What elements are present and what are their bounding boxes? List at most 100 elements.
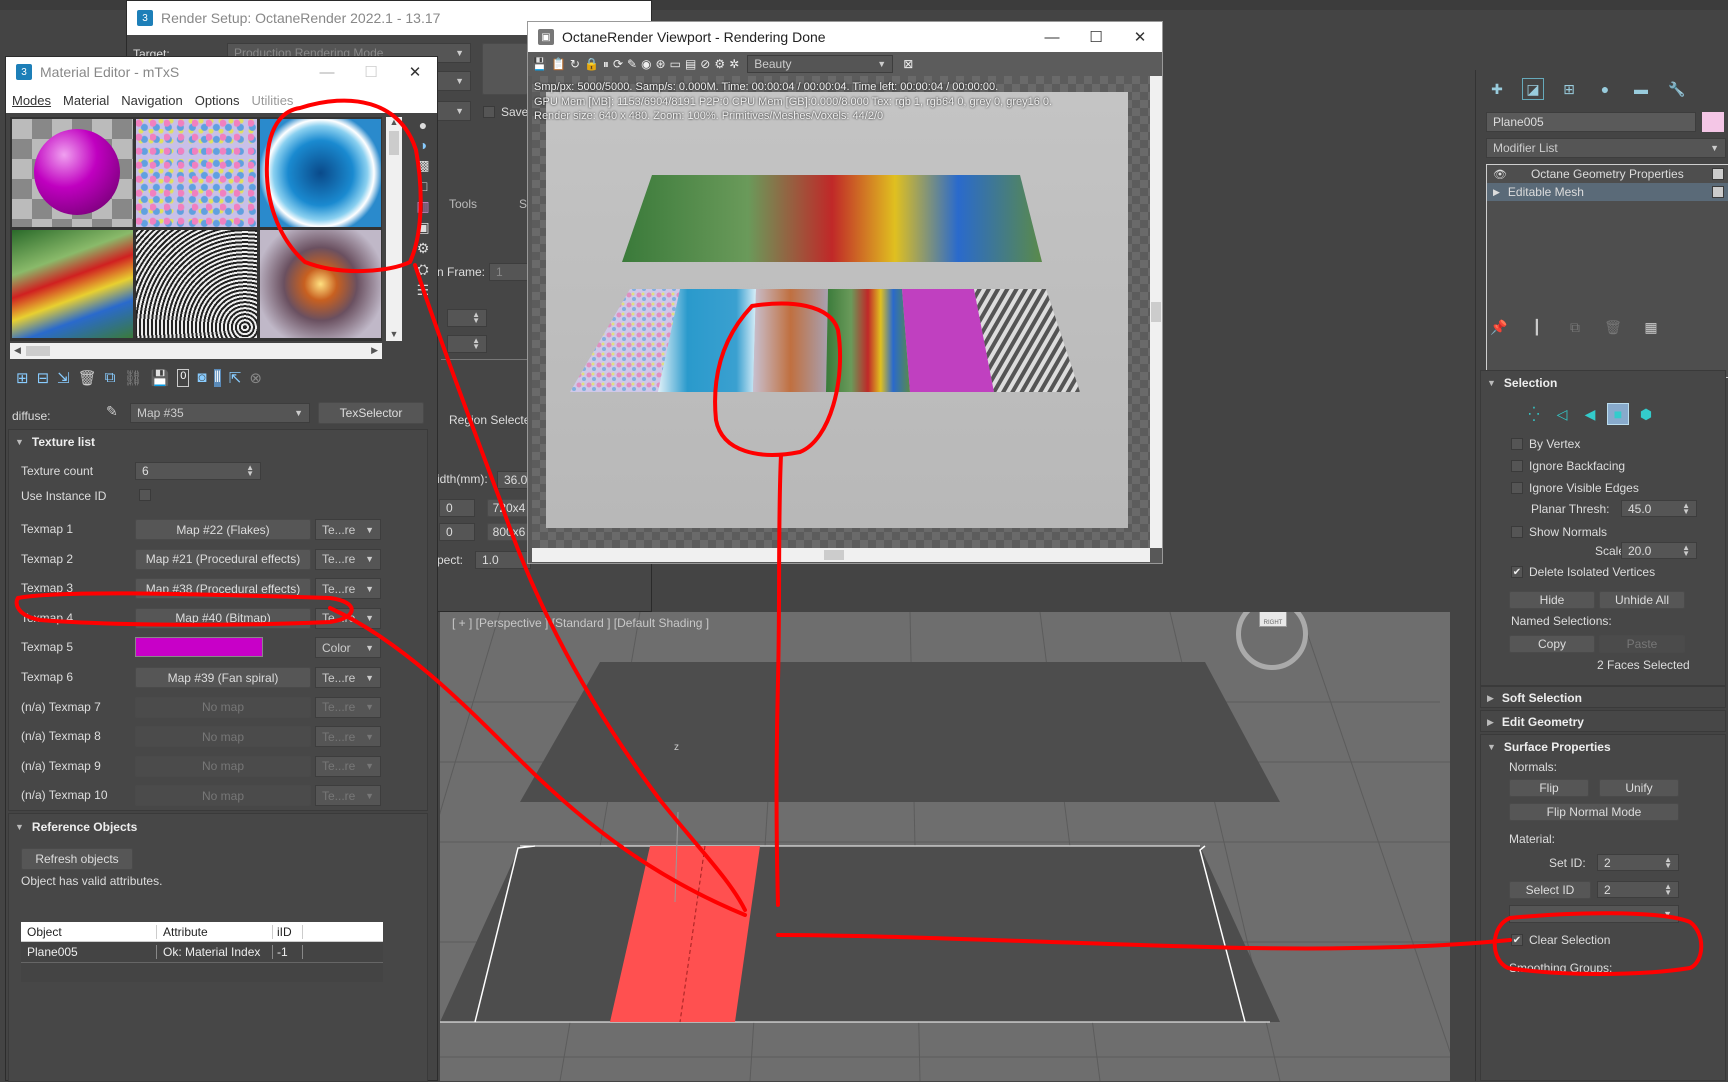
get-material-icon[interactable]: ⊞ (16, 369, 29, 387)
texmap-map-button[interactable]: Map #39 (Fan spiral) (135, 667, 311, 688)
menu-navigation[interactable]: Navigation (121, 93, 182, 108)
scroll-left-arrow[interactable]: ◀ (14, 345, 21, 356)
by-vertex-option[interactable]: By Vertex (1511, 437, 1580, 451)
options-icon[interactable]: ⚙ (417, 240, 430, 257)
sample-slot-nebula[interactable] (260, 230, 381, 338)
render-canvas[interactable]: Smp/px: 5000/5000. Samp/s: 0.000M. Time:… (532, 76, 1150, 548)
octane-hscrollbar[interactable] (532, 548, 1150, 562)
width-input[interactable]: 36.0 (497, 471, 531, 489)
uv-tiling-icon[interactable]: □ (419, 178, 427, 194)
go-forward-sibling-icon[interactable]: ⊗ (249, 369, 262, 387)
configure-sets-icon[interactable]: ▦ (1640, 316, 1662, 338)
video-color-check-icon[interactable]: ▥ (416, 198, 429, 215)
put-to-scene-icon[interactable]: ⊟ (37, 369, 50, 387)
scroll-right-arrow[interactable]: ▶ (371, 345, 378, 356)
texmap-color-swatch[interactable] (135, 637, 263, 658)
stack-item-editable-mesh[interactable]: ▶ Editable Mesh (1487, 183, 1728, 201)
texselector-button[interactable]: TexSelector (318, 402, 424, 424)
slots-hscrollbar[interactable]: ◀ ▶ (10, 343, 382, 359)
minimize-button[interactable]: — (1030, 29, 1074, 46)
sample-slot-procedural-blue[interactable] (260, 119, 381, 227)
texmap-map-button[interactable]: No map (135, 696, 311, 718)
modify-tab-icon[interactable]: ◪ (1522, 78, 1544, 100)
vertex-mode-icon[interactable]: ⁛ (1523, 403, 1545, 425)
reference-header[interactable]: ▼ Reference Objects (15, 820, 137, 834)
pause-icon[interactable]: ⏸ (603, 57, 609, 72)
copy-button[interactable]: Copy (1509, 635, 1595, 653)
modifier-list-dropdown[interactable]: Modifier List ▼ (1486, 138, 1726, 158)
remove-modifier-icon[interactable]: 🗑 (1602, 316, 1624, 338)
texmap-type-dropdown[interactable]: Color ▼ (315, 637, 381, 659)
maximize-button[interactable]: ☐ (1074, 28, 1118, 46)
texmap-map-button[interactable]: No map (135, 755, 311, 777)
maximize-button[interactable]: ☐ (349, 63, 393, 81)
make-preview-icon[interactable]: ▣ (416, 219, 429, 236)
rs-spinner-2[interactable]: ▲ ▼ (447, 335, 487, 353)
column-attribute[interactable]: Attribute (157, 924, 273, 939)
texmap-map-button[interactable]: No map (135, 785, 311, 807)
show-end-result-icon[interactable]: ┃ (1526, 316, 1548, 338)
flip-button[interactable]: Flip (1509, 779, 1589, 797)
menu-modes[interactable]: Modes (12, 93, 51, 108)
material-id-channel-icon[interactable]: 0 (177, 369, 190, 387)
hide-button[interactable]: Hide (1509, 591, 1595, 609)
reference-table[interactable]: Object Attribute iID Plane005 Ok: Materi… (21, 922, 383, 982)
restart-render-icon[interactable]: ↻ (570, 57, 580, 71)
close-button[interactable]: ✕ (393, 63, 437, 81)
octane-titlebar[interactable]: ▣ OctaneRender Viewport - Rendering Done… (528, 22, 1162, 52)
stack-item-octane[interactable]: 👁 Octane Geometry Properties (1487, 165, 1728, 183)
pin-stack-icon[interactable]: 📌 (1488, 316, 1510, 338)
texmap-type-dropdown[interactable]: Te...re ▼ (315, 607, 381, 629)
backlight-icon[interactable]: ◑ (419, 137, 427, 153)
map-name-dropdown[interactable]: Map #35 ▼ (130, 403, 310, 423)
paste-button[interactable]: Paste (1599, 635, 1685, 653)
pass-options-icon[interactable]: ⊠ (903, 57, 913, 71)
frame-input[interactable]: 1 (489, 263, 529, 281)
assign-to-selection-icon[interactable]: ⇲ (57, 369, 70, 387)
menu-options[interactable]: Options (195, 93, 240, 108)
background-icon[interactable]: ▩ (416, 157, 429, 174)
select-id-input[interactable]: 2 ▲ ▼ (1597, 881, 1679, 898)
rs-value-2[interactable]: 0 (439, 523, 475, 541)
surface-header[interactable]: ▼ Surface Properties (1487, 740, 1611, 754)
menu-material[interactable]: Material (63, 93, 109, 108)
res-preset-2[interactable]: 800x6 (487, 523, 531, 541)
refresh-objects-button[interactable]: Refresh objects (21, 848, 133, 870)
ignore-visible-edges-option[interactable]: Ignore Visible Edges (1511, 481, 1639, 495)
show-normals-option[interactable]: Show Normals (1511, 525, 1607, 539)
material-name-dropdown[interactable]: ▼ (1509, 905, 1679, 923)
gear-icon[interactable]: ✲ (729, 57, 739, 71)
make-unique-icon[interactable]: ⧉ (105, 369, 116, 387)
stack-item-toggle[interactable] (1712, 168, 1724, 180)
material-id-icon[interactable]: 💾 (151, 369, 170, 387)
refresh-icon[interactable]: ⟳ (613, 57, 623, 71)
region-icon[interactable]: ▭ (670, 57, 681, 71)
put-to-library-icon[interactable]: ⛓ (124, 369, 143, 387)
texmap-type-dropdown[interactable]: Te...re ▼ (315, 785, 381, 807)
render-pass-dropdown[interactable]: Beauty ▼ (747, 55, 894, 73)
face-mode-icon[interactable]: ◀ (1579, 403, 1601, 425)
sample-slot-fan-spiral[interactable] (136, 230, 257, 338)
table-row[interactable]: Plane005 Ok: Material Index -1 (21, 942, 383, 962)
texmap-type-dropdown[interactable]: Te...re ▼ (315, 726, 381, 748)
flip-normal-mode-button[interactable]: Flip Normal Mode (1509, 803, 1679, 821)
polygon-mode-icon[interactable]: ■ (1607, 403, 1629, 425)
slots-vscrollbar[interactable]: ▲ ▼ (386, 117, 402, 341)
hierarchy-tab-icon[interactable]: ⊞ (1558, 78, 1580, 100)
tab-tools[interactable]: Tools (449, 197, 477, 211)
texmap-map-button[interactable]: Map #40 (Bitmap) (135, 607, 311, 629)
octane-vscrollbar[interactable] (1150, 76, 1162, 548)
planar-thresh-input[interactable]: 45.0 ▲ ▼ (1621, 500, 1697, 517)
rs-value-1[interactable]: 0 (439, 499, 475, 517)
select-by-material-icon[interactable]: ⛭ (417, 261, 428, 278)
render-button[interactable] (482, 43, 528, 95)
texmap-type-dropdown[interactable]: Te...re ▼ (315, 755, 381, 777)
close-button[interactable]: ✕ (1118, 28, 1162, 46)
rs-spinner-1[interactable]: ▲ ▼ (447, 309, 487, 327)
eyedropper-icon[interactable]: ✎ (106, 403, 118, 420)
tab-s[interactable]: S (519, 197, 527, 211)
material-editor-titlebar[interactable]: 3 Material Editor - mTxS — ☐ ✕ (6, 57, 437, 87)
texture-count-input[interactable]: 6 ▲ ▼ (135, 462, 261, 480)
delete-isolated-option[interactable]: ✔ Delete Isolated Vertices (1511, 565, 1655, 579)
minimize-button[interactable]: — (305, 64, 349, 81)
